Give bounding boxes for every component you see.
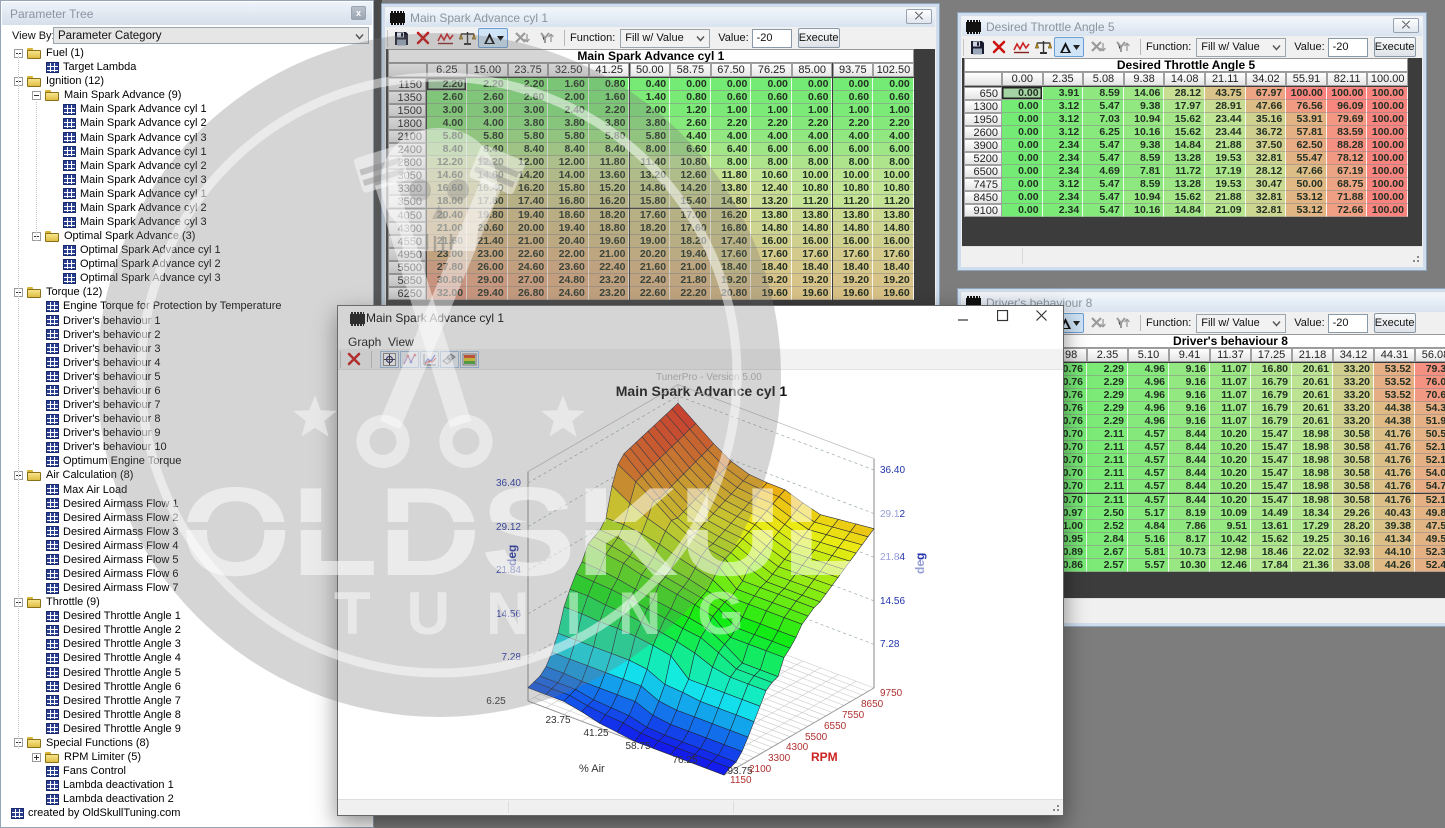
svg-text:5500: 5500 bbox=[805, 732, 828, 743]
svg-text:76.25: 76.25 bbox=[672, 755, 697, 766]
svg-text:58.75: 58.75 bbox=[625, 741, 650, 752]
svg-text:8650: 8650 bbox=[861, 699, 884, 710]
svg-text:6550: 6550 bbox=[824, 721, 847, 732]
svg-text:deg: deg bbox=[913, 553, 927, 574]
svg-text:36.40: 36.40 bbox=[496, 478, 521, 489]
svg-text:2100: 2100 bbox=[749, 764, 772, 775]
svg-text:7.28: 7.28 bbox=[880, 639, 900, 650]
svg-text:6.25: 6.25 bbox=[486, 696, 506, 707]
svg-text:14.56: 14.56 bbox=[880, 596, 905, 607]
svg-text:9750: 9750 bbox=[880, 688, 903, 699]
svg-text:4300: 4300 bbox=[786, 742, 809, 753]
svg-text:7.28: 7.28 bbox=[502, 652, 522, 663]
svg-text:36.40: 36.40 bbox=[880, 465, 905, 476]
svg-text:29.12: 29.12 bbox=[880, 509, 905, 520]
svg-text:3300: 3300 bbox=[768, 753, 791, 764]
svg-text:14.56: 14.56 bbox=[496, 609, 521, 620]
svg-text:deg: deg bbox=[505, 545, 519, 566]
svg-text:23.75: 23.75 bbox=[545, 715, 570, 726]
svg-text:RPM: RPM bbox=[811, 750, 838, 764]
svg-text:7550: 7550 bbox=[842, 710, 865, 721]
svg-text:1150: 1150 bbox=[730, 775, 752, 786]
svg-text:21.84: 21.84 bbox=[880, 552, 905, 563]
svg-text:41.25: 41.25 bbox=[583, 728, 608, 739]
svg-text:% Air: % Air bbox=[579, 763, 605, 775]
svg-text:29.12: 29.12 bbox=[496, 522, 521, 533]
